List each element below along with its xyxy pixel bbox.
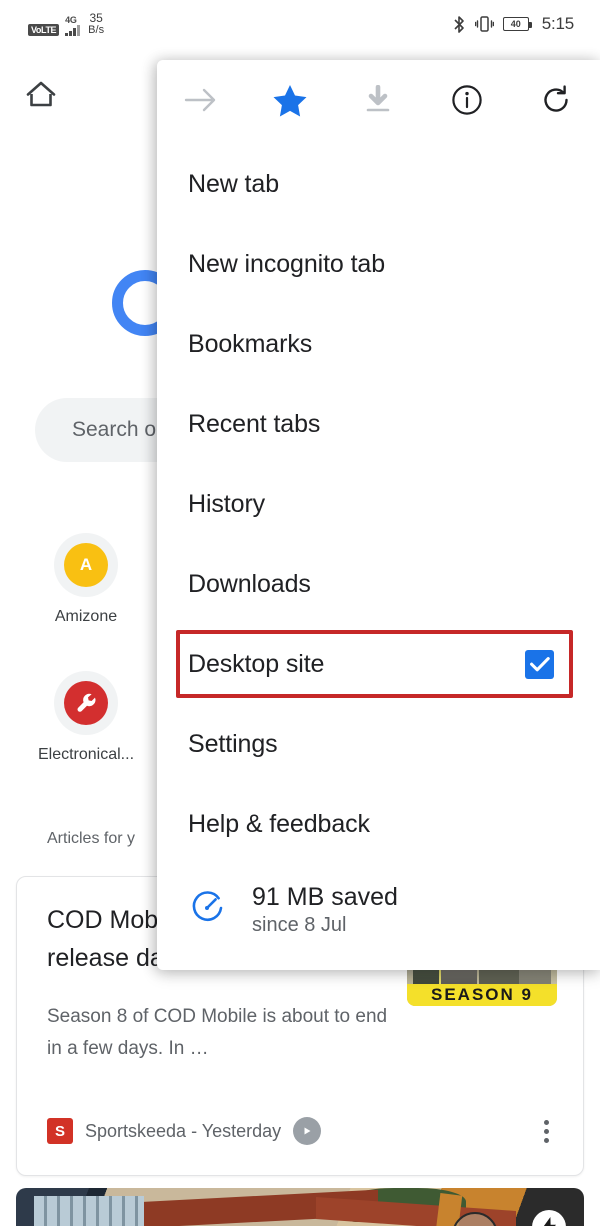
play-icon[interactable] — [293, 1117, 321, 1145]
signal-strength-icon: 4G — [65, 16, 80, 36]
download-icon[interactable] — [334, 60, 423, 140]
browser-overflow-menu: New tab New incognito tab Bookmarks Rece… — [157, 60, 600, 970]
shortcut-label-electronical: Electronical... — [38, 746, 134, 764]
menu-item-new-tab[interactable]: New tab — [157, 144, 600, 224]
network-generation-label: 4G — [65, 16, 76, 25]
amizone-letter: A — [80, 555, 92, 575]
menu-item-label: History — [188, 490, 265, 519]
shortcut-label-amizone: Amizone — [55, 608, 117, 626]
reload-icon[interactable] — [511, 60, 600, 140]
search-placeholder-label: Search or — [72, 418, 163, 442]
menu-item-bookmarks[interactable]: Bookmarks — [157, 304, 600, 384]
info-icon[interactable] — [423, 60, 512, 140]
vibrate-icon — [475, 15, 494, 33]
menu-item-label: Recent tabs — [188, 410, 320, 439]
menu-item-label: Downloads — [188, 570, 311, 599]
amizone-shortcut-icon: A — [54, 533, 118, 597]
electronical-shortcut-icon — [54, 671, 118, 735]
menu-item-desktop-site[interactable]: Desktop site — [157, 624, 600, 704]
bluetooth-icon — [453, 15, 466, 34]
signal-bars-icon — [65, 25, 80, 36]
menu-item-downloads[interactable]: Downloads — [157, 544, 600, 624]
amizone-letter-badge: A — [64, 543, 108, 587]
thumbnail-caption: SEASON 9 — [407, 984, 557, 1006]
bottom-media-card[interactable]: wsxdn.com — [16, 1188, 584, 1226]
wrench-icon — [64, 681, 108, 725]
data-speed-indicator: 35 B/s — [88, 12, 104, 36]
menu-item-label: Bookmarks — [188, 330, 312, 359]
data-saver-since: since 8 Jul — [252, 914, 398, 937]
status-bar-left: VoLTE 4G 35 B/s — [28, 12, 104, 36]
data-saver-text: 91 MB saved since 8 Jul — [252, 883, 398, 937]
volte-icon: VoLTE — [28, 24, 59, 36]
data-speed-unit: B/s — [88, 25, 104, 37]
source-logo-letter: S — [55, 1123, 65, 1140]
battery-level-label: 40 — [511, 19, 521, 29]
menu-item-new-incognito-tab[interactable]: New incognito tab — [157, 224, 600, 304]
article-snippet: Season 8 of COD Mobile is about to end i… — [47, 1001, 397, 1065]
menu-item-data-saver[interactable]: 91 MB saved since 8 Jul — [157, 864, 600, 956]
clock-label: 5:15 — [542, 14, 574, 34]
more-vertical-icon[interactable] — [544, 1120, 549, 1143]
shortcut-tile-electronical[interactable]: Electronical... — [31, 671, 141, 764]
menu-item-label: Help & feedback — [188, 810, 370, 839]
article-source-row: S Sportskeeda - Yesterday — [47, 1117, 321, 1145]
menu-item-history[interactable]: History — [157, 464, 600, 544]
forward-arrow-icon[interactable] — [157, 60, 246, 140]
menu-item-settings[interactable]: Settings — [157, 704, 600, 784]
phone-screen: VoLTE 4G 35 B/s 40 5:15 — [0, 0, 600, 1226]
article-source-label: Sportskeeda - Yesterday — [85, 1121, 281, 1142]
menu-item-label: New tab — [188, 170, 279, 199]
lightning-bolt-icon[interactable] — [532, 1210, 566, 1226]
home-icon[interactable] — [25, 80, 57, 115]
star-icon[interactable] — [246, 60, 335, 140]
menu-item-label: New incognito tab — [188, 250, 385, 279]
menu-item-recent-tabs[interactable]: Recent tabs — [157, 384, 600, 464]
menu-top-action-row — [157, 60, 600, 140]
menu-item-list: New tab New incognito tab Bookmarks Rece… — [157, 140, 600, 956]
shortcut-tile-amizone[interactable]: A Amizone — [31, 533, 141, 626]
menu-item-help-feedback[interactable]: Help & feedback — [157, 784, 600, 864]
data-speed-value: 35 — [89, 12, 102, 25]
status-bar: VoLTE 4G 35 B/s 40 5:15 — [0, 0, 600, 48]
menu-item-label: Settings — [188, 730, 278, 759]
data-saver-amount: 91 MB saved — [252, 883, 398, 912]
status-bar-right: 40 5:15 — [453, 14, 574, 34]
articles-section-heading: Articles for y — [47, 830, 135, 848]
battery-icon: 40 — [503, 17, 529, 31]
window-shape — [34, 1196, 144, 1226]
menu-item-label: Desktop site — [188, 650, 324, 679]
desktop-site-checkbox[interactable] — [525, 650, 554, 679]
data-saver-gauge-icon — [188, 889, 226, 932]
sportskeeda-logo-icon: S — [47, 1118, 73, 1144]
